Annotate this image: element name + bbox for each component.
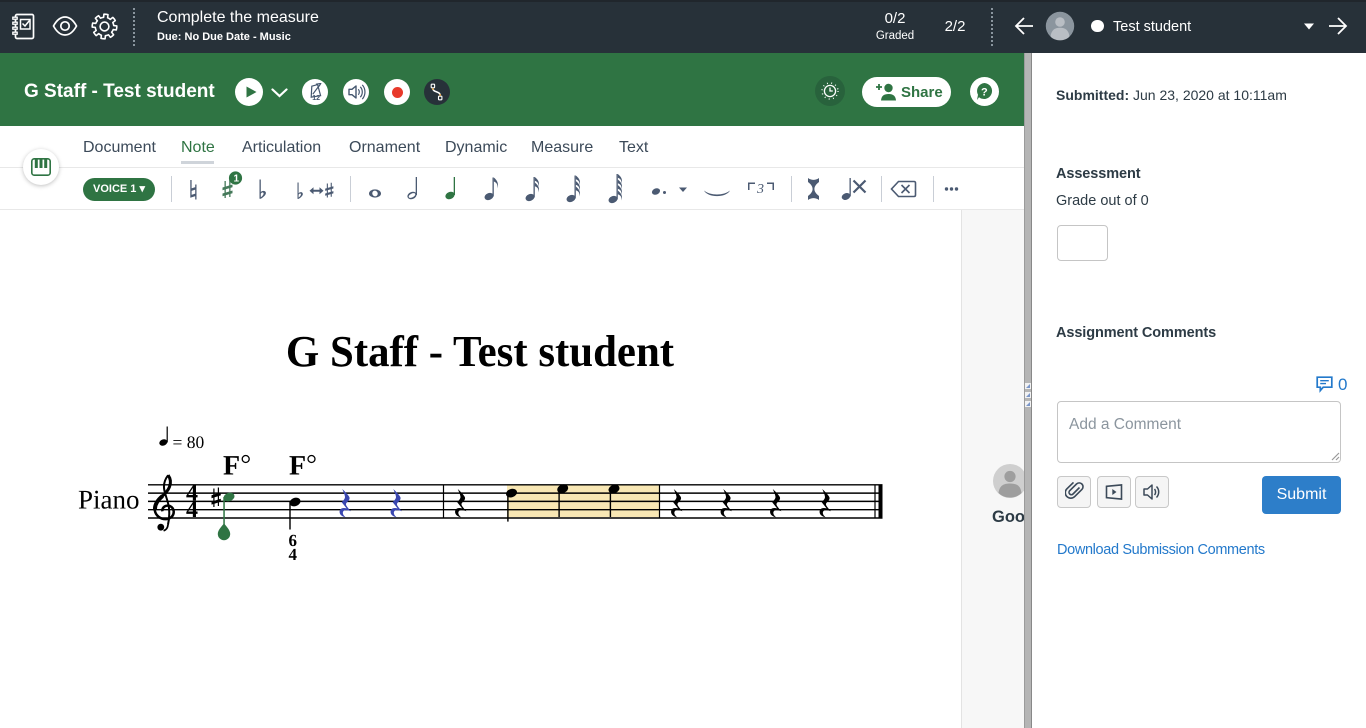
svg-text:= 80: = 80 bbox=[173, 432, 205, 452]
svg-text:12: 12 bbox=[312, 95, 320, 101]
svg-text:4: 4 bbox=[289, 545, 298, 564]
svg-text:4: 4 bbox=[186, 497, 198, 523]
svg-text:F: F bbox=[289, 451, 306, 482]
svg-text:?: ? bbox=[981, 87, 988, 99]
svg-text:F: F bbox=[223, 451, 240, 482]
svg-text:Piano: Piano bbox=[78, 485, 140, 515]
svg-text:3: 3 bbox=[756, 182, 764, 197]
svg-text:1: 1 bbox=[234, 174, 240, 185]
